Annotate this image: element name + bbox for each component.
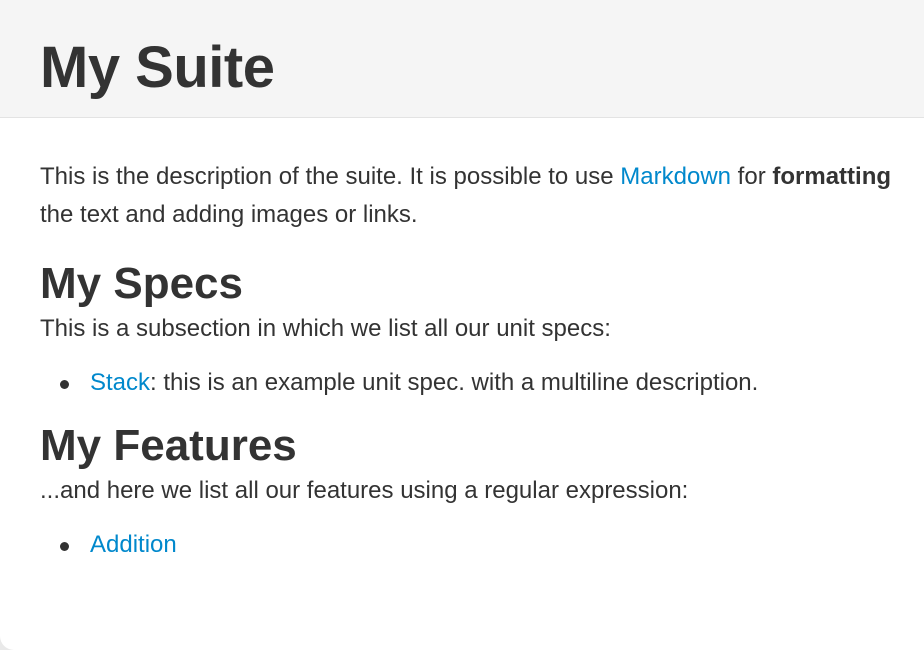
- suite-header: My Suite: [0, 0, 924, 118]
- section-intro-specs: This is a subsection in which we list al…: [40, 315, 611, 342]
- description-text-1: This is the description of the suite. It…: [40, 163, 621, 190]
- section-intro-features: ...and here we list all our features usi…: [40, 477, 689, 504]
- suite-title: My Suite: [40, 35, 275, 100]
- spec-link-stack[interactable]: Stack: [90, 369, 150, 396]
- section-title-features: My Features: [40, 421, 297, 470]
- suite-card: My Suite This is the description of the …: [0, 0, 924, 650]
- description-text-3: the text and adding images or links.: [40, 201, 418, 228]
- feature-link-addition[interactable]: Addition: [90, 531, 177, 558]
- suite-content: This is the description of the suite. It…: [0, 118, 924, 562]
- bullet-icon: [60, 542, 69, 551]
- bullet-icon: [60, 380, 69, 389]
- list-item-description: : this is an example unit spec. with a m…: [150, 369, 759, 396]
- suite-description: This is the description of the suite. It…: [40, 118, 900, 234]
- specs-list: Stack: this is an example unit spec. wit…: [40, 366, 900, 400]
- description-text-2: for: [731, 163, 773, 190]
- list-item: Addition: [40, 528, 900, 562]
- list-item: Stack: this is an example unit spec. wit…: [40, 366, 900, 400]
- features-list: Addition: [40, 528, 900, 562]
- markdown-link[interactable]: Markdown: [620, 163, 731, 190]
- description-bold-text: formatting: [772, 163, 892, 190]
- section-title-specs: My Specs: [40, 259, 243, 308]
